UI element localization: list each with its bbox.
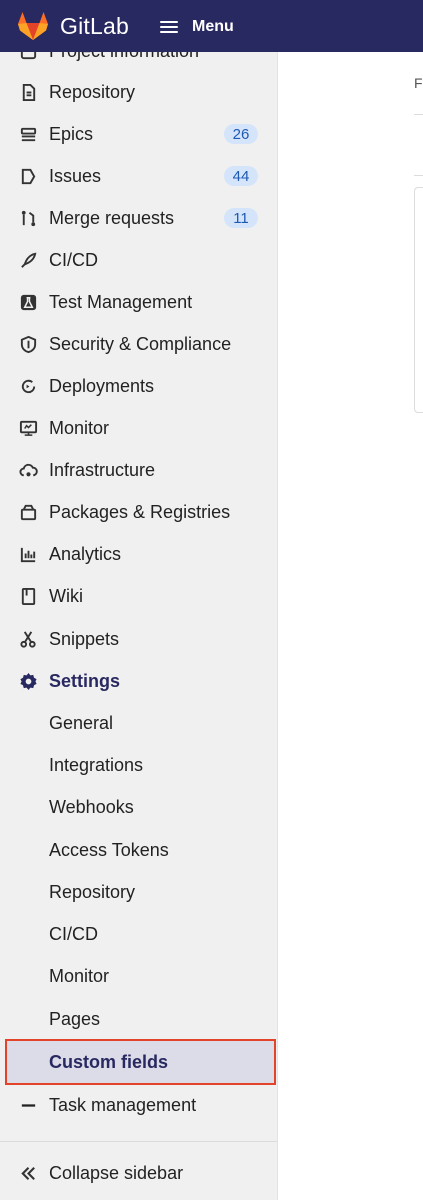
subitem-label: Monitor	[49, 965, 110, 986]
hamburger-icon	[160, 20, 178, 34]
sidebar-item-wiki[interactable]: Wiki	[0, 575, 277, 617]
gitlab-logo-icon[interactable]	[17, 11, 49, 41]
sidebar-divider	[0, 1141, 277, 1142]
sidebar-item-label: Test Management	[49, 291, 193, 312]
scissors-icon	[18, 629, 38, 649]
sidebar-item-label: CI/CD	[49, 249, 98, 270]
sidebar-item-label: Deployments	[49, 375, 155, 396]
sidebar-item-issues[interactable]: Issues 44	[0, 155, 277, 197]
settings-subitem-webhooks[interactable]: Webhooks	[0, 786, 277, 828]
sidebar-item-label: Repository	[49, 81, 136, 102]
sidebar-item-settings[interactable]: Settings	[0, 660, 277, 702]
count-badge: 44	[224, 166, 258, 186]
brand-name[interactable]: GitLab	[60, 13, 129, 40]
subitem-label: General	[49, 712, 114, 733]
settings-subitem-general[interactable]: General	[0, 702, 277, 744]
settings-subitem-integrations[interactable]: Integrations	[0, 744, 277, 786]
settings-subitem-pages[interactable]: Pages	[0, 998, 277, 1040]
package-icon	[18, 502, 38, 522]
sidebar-item-snippets[interactable]: Snippets	[0, 618, 277, 660]
project-icon	[18, 52, 38, 61]
top-navbar: GitLab Menu	[0, 0, 423, 52]
content-card	[414, 187, 423, 413]
sidebar-item-epics[interactable]: Epics 26	[0, 113, 277, 155]
sidebar-item-ci-cd[interactable]: CI/CD	[0, 239, 277, 281]
sidebar: Project information Repository Epics 26 …	[0, 52, 278, 1200]
sidebar-item-label: Epics	[49, 123, 94, 144]
file-icon	[18, 82, 38, 102]
sidebar-item-repository[interactable]: Repository	[0, 71, 277, 113]
count-badge: 11	[224, 208, 258, 228]
content-partial-text: F	[414, 75, 423, 91]
sidebar-item-task-management[interactable]: Task management	[0, 1084, 277, 1126]
shield-icon	[18, 334, 38, 354]
monitor-icon	[18, 418, 38, 438]
sidebar-item-label: Security & Compliance	[49, 333, 232, 354]
sidebar-item-test-management[interactable]: Test Management	[0, 281, 277, 323]
count-badge: 26	[224, 124, 258, 144]
deployments-icon	[18, 376, 38, 396]
sidebar-item-label: Snippets	[49, 628, 120, 649]
sidebar-item-label: Analytics	[49, 543, 122, 564]
sidebar-item-label: Infrastructure	[49, 459, 156, 480]
sidebar-item-label: Project information	[49, 52, 199, 62]
sidebar-item-project-information[interactable]: Project information	[0, 52, 277, 72]
sidebar-item-deployments[interactable]: Deployments	[0, 365, 277, 407]
subitem-label: Custom fields	[49, 1051, 169, 1072]
subitem-label: Pages	[49, 1008, 101, 1029]
sidebar-item-label: Monitor	[49, 417, 110, 438]
sidebar-item-infrastructure[interactable]: Infrastructure	[0, 449, 277, 491]
chart-icon	[18, 544, 38, 564]
sidebar-item-security-compliance[interactable]: Security & Compliance	[0, 323, 277, 365]
sidebar-item-analytics[interactable]: Analytics	[0, 533, 277, 575]
rocket-icon	[18, 250, 38, 270]
sidebar-item-label: Settings	[49, 670, 121, 691]
sidebar-item-label: Issues	[49, 165, 102, 186]
sidebar-item-label: Wiki	[49, 585, 83, 606]
menu-label: Menu	[192, 18, 234, 35]
subitem-label: CI/CD	[49, 923, 98, 944]
cloud-gear-icon	[18, 460, 38, 480]
subitem-label: Integrations	[49, 754, 144, 775]
issues-icon	[18, 166, 38, 186]
collapse-sidebar-button[interactable]: Collapse sidebar	[0, 1152, 277, 1194]
merge-request-icon	[18, 208, 38, 228]
content-divider	[414, 114, 423, 115]
collapse-label: Collapse sidebar	[49, 1162, 184, 1183]
epic-icon	[18, 124, 38, 144]
minus-icon	[18, 1095, 38, 1115]
settings-subitem-access-tokens[interactable]: Access Tokens	[0, 829, 277, 871]
content-divider	[414, 175, 423, 176]
gear-icon	[18, 671, 38, 691]
sidebar-item-monitor[interactable]: Monitor	[0, 407, 277, 449]
settings-subitem-custom-fields[interactable]: Custom fields	[0, 1041, 277, 1083]
subitem-label: Access Tokens	[49, 839, 169, 860]
double-chevron-left-icon	[18, 1163, 38, 1183]
sidebar-item-label: Merge requests	[49, 207, 175, 228]
settings-subitem-ci-cd[interactable]: CI/CD	[0, 913, 277, 955]
subitem-label: Webhooks	[49, 796, 134, 817]
subitem-label: Repository	[49, 881, 136, 902]
book-icon	[18, 586, 38, 606]
flask-icon	[18, 292, 38, 312]
sidebar-item-label: Task management	[49, 1094, 197, 1115]
settings-subitem-repository[interactable]: Repository	[0, 871, 277, 913]
sidebar-item-label: Packages & Registries	[49, 501, 231, 522]
menu-button[interactable]: Menu	[160, 14, 234, 40]
sidebar-item-packages-registries[interactable]: Packages & Registries	[0, 491, 277, 533]
sidebar-item-merge-requests[interactable]: Merge requests 11	[0, 197, 277, 239]
settings-subitem-monitor[interactable]: Monitor	[0, 955, 277, 997]
